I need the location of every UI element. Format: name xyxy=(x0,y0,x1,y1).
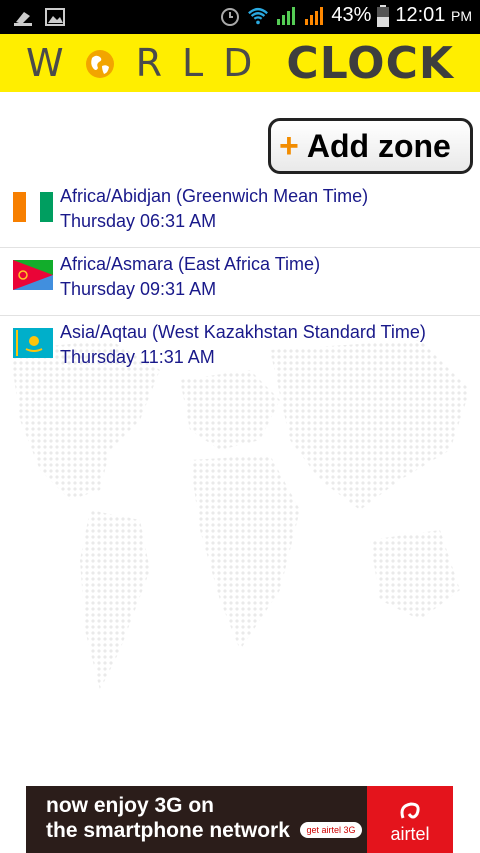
add-zone-button[interactable]: + Add zone xyxy=(268,118,473,174)
zone-time: Thursday 09:31 AM xyxy=(60,279,217,299)
zone-name: Asia/Aqtau (West Kazakhstan Standard Tim… xyxy=(60,322,426,342)
signal-orange-icon xyxy=(305,6,324,25)
alarm-icon xyxy=(221,7,240,26)
add-zone-label: Add zone xyxy=(306,127,451,164)
ad-headline-2: the smartphone network xyxy=(46,819,290,842)
zone-item[interactable]: Asia/Aqtau (West Kazakhstan Standard Tim… xyxy=(0,316,480,384)
ad-banner[interactable]: now enjoy 3G on the smartphone network g… xyxy=(26,786,453,853)
zone-time: Thursday 11:31 AM xyxy=(60,347,215,367)
battery-icon xyxy=(377,4,390,27)
world-map-background xyxy=(10,340,470,690)
zone-item[interactable]: Africa/Abidjan (Greenwich Mean Time) Thu… xyxy=(0,180,480,248)
wifi-icon xyxy=(248,7,269,24)
app-logo: W RLD CLOCK xyxy=(26,38,454,89)
logo-clock-text: CLOCK xyxy=(286,37,454,89)
zone-name: Africa/Asmara (East Africa Time) xyxy=(60,254,321,274)
zone-time: Thursday 06:31 AM xyxy=(60,211,217,231)
globe-icon xyxy=(85,50,114,78)
ad-pill: get airtel 3G xyxy=(300,822,362,838)
zone-name: Africa/Abidjan (Greenwich Mean Time) xyxy=(60,186,369,206)
ivory-coast-flag-icon xyxy=(13,192,53,222)
logo-world-text: W RLD xyxy=(26,41,273,85)
signal-green-icon xyxy=(277,6,296,25)
kazakhstan-flag-icon xyxy=(13,328,53,358)
battery-percent: 43% xyxy=(331,4,372,26)
zone-item[interactable]: Africa/Asmara (East Africa Time) Thursda… xyxy=(0,248,480,316)
plus-icon: + xyxy=(279,127,299,165)
gallery-icon xyxy=(45,8,65,26)
airtel-swirl-icon xyxy=(400,802,420,819)
eritrea-flag-icon xyxy=(13,260,53,290)
zone-list: Africa/Abidjan (Greenwich Mean Time) Thu… xyxy=(0,180,480,384)
status-bar: 43% 12:01 PM xyxy=(0,0,480,34)
ad-brand-text: airtel xyxy=(390,824,430,844)
clock-time: 12:01 PM xyxy=(395,4,472,26)
usb-icon xyxy=(14,12,32,26)
ad-headline-1: now enjoy 3G on xyxy=(46,794,215,817)
app-header: W RLD CLOCK xyxy=(0,34,480,92)
airtel-logo: airtel xyxy=(367,786,453,853)
